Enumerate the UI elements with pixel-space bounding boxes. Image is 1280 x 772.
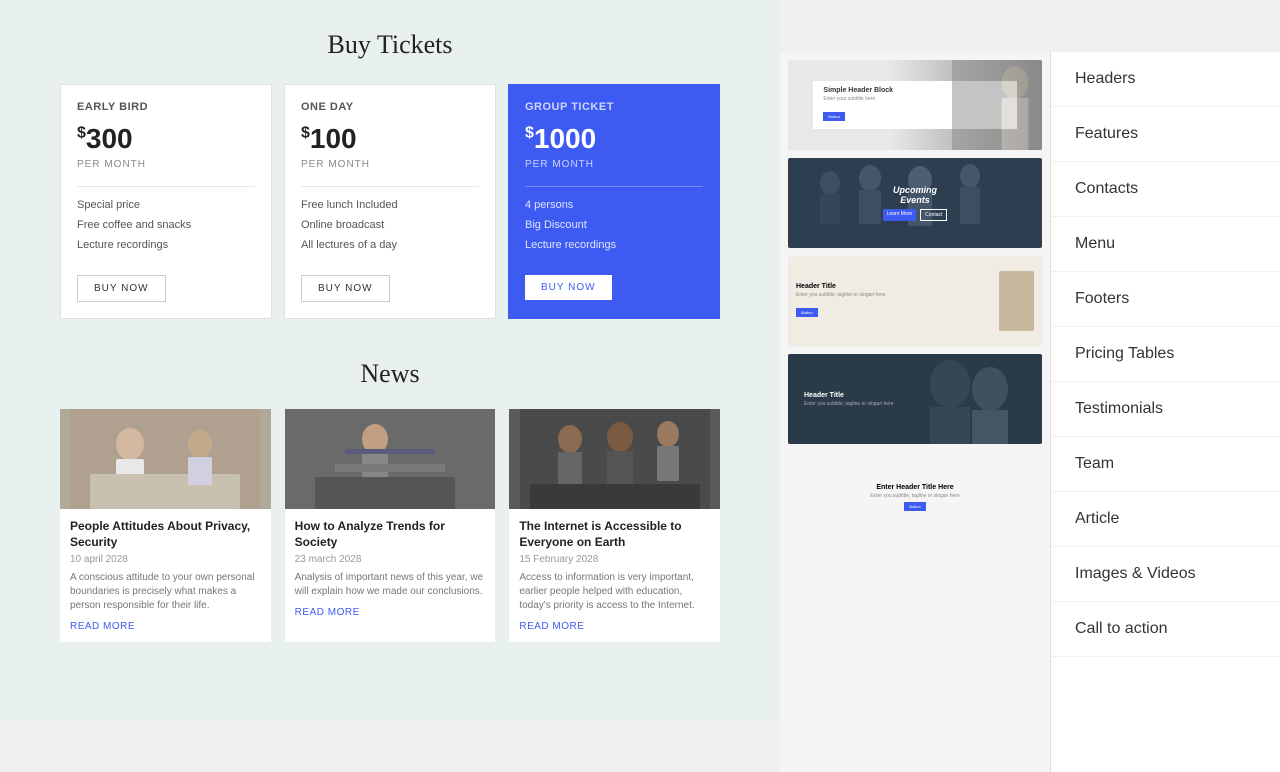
news-image-1 [60, 409, 271, 509]
thumb1-btn: Button [823, 112, 845, 121]
read-more-1[interactable]: READ MORE [70, 621, 261, 632]
card-price-early: $300 [77, 123, 255, 155]
thumb4-title: Header Title [804, 392, 894, 399]
thumbnail-4[interactable]: Header Title Enter you subtitle, tagline… [788, 354, 1042, 444]
card-feature: Free lunch Included [301, 199, 479, 211]
thumbnail-5[interactable]: Enter Header Title Here Enter you subtit… [788, 452, 1042, 542]
buy-now-button-group[interactable]: BUY NOW [525, 275, 612, 300]
card-feature: Big Discount [525, 219, 703, 231]
card-tier-oneday: ONE DAY [301, 101, 479, 113]
category-pricing-tables[interactable]: Pricing Tables [1051, 327, 1280, 382]
category-testimonials[interactable]: Testimonials [1051, 382, 1280, 437]
card-price-group: $1000 [525, 123, 703, 155]
news-headline-3: The Internet is Accessible to Everyone o… [519, 519, 710, 550]
buy-now-button-early[interactable]: BUY NOW [77, 275, 166, 302]
news-card-1: People Attitudes About Privacy, Security… [60, 409, 271, 642]
category-footers[interactable]: Footers [1051, 272, 1280, 327]
news-image-2 [285, 409, 496, 509]
card-feature: All lectures of a day [301, 239, 479, 251]
category-images-videos[interactable]: Images & Videos [1051, 547, 1280, 602]
pricing-card-group: GROUP TICKET $1000 PER MONTH 4 persons B… [508, 84, 720, 319]
card-tier-group: GROUP TICKET [525, 101, 703, 113]
card-feature: 4 persons [525, 199, 703, 211]
thumbnail-3[interactable]: Header Title Enter you subtitle, tagline… [788, 256, 1042, 346]
thumb5-btn: Button [904, 502, 926, 511]
news-image-3 [509, 409, 720, 509]
news-excerpt-1: A conscious attitude to your own persona… [70, 571, 261, 613]
news-card-2: How to Analyze Trends for Society 23 mar… [285, 409, 496, 642]
card-tier-early: EARLY BIRD [77, 101, 255, 113]
news-title: News [60, 359, 720, 389]
sidebar: ✓ Select and Drag Section to Page Simple… [780, 0, 1280, 720]
news-excerpt-3: Access to information is very important,… [519, 571, 710, 613]
thumb5-title: Enter Header Title Here [876, 484, 953, 491]
card-feature: Online broadcast [301, 219, 479, 231]
thumb3-text: Header Title Enter you subtitle, tagline… [796, 283, 991, 319]
thumbnails-panel: Simple Header Block Enter your subtitle … [780, 52, 1050, 772]
thumb3-title: Header Title [796, 283, 991, 290]
news-body-3: The Internet is Accessible to Everyone o… [509, 509, 720, 642]
pricing-card-oneday: ONE DAY $100 PER MONTH Free lunch Includ… [284, 84, 496, 319]
category-call-to-action[interactable]: Call to action [1051, 602, 1280, 657]
card-period-oneday: PER MONTH [301, 159, 479, 170]
thumbnail-2[interactable]: Upcoming Events Learn More Contact [788, 158, 1042, 248]
thumb3-sub: Enter you subtitle, tagline or slogan he… [796, 292, 991, 298]
card-feature: Lecture recordings [77, 239, 255, 251]
card-price-oneday: $100 [301, 123, 479, 155]
thumb3-btn: Button [796, 308, 818, 317]
categories-panel: Headers Features Contacts Menu Footers P… [1050, 52, 1280, 772]
news-excerpt-2: Analysis of important news of this year,… [295, 571, 486, 599]
card-feature: Special price [77, 199, 255, 211]
news-date-1: 10 april 2028 [70, 554, 261, 565]
category-headers[interactable]: Headers [1051, 52, 1280, 107]
category-article[interactable]: Article [1051, 492, 1280, 547]
card-feature: Lecture recordings [525, 239, 703, 251]
category-contacts[interactable]: Contacts [1051, 162, 1280, 217]
read-more-3[interactable]: READ MORE [519, 621, 710, 632]
buy-tickets-title: Buy Tickets [60, 30, 720, 60]
thumb5-sub: Enter you subtitle, tagline or slogan he… [870, 493, 960, 499]
news-date-3: 15 February 2028 [519, 554, 710, 565]
pricing-card-early: EARLY BIRD $300 PER MONTH Special price … [60, 84, 272, 319]
card-period-group: PER MONTH [525, 159, 703, 170]
news-body-1: People Attitudes About Privacy, Security… [60, 509, 271, 642]
category-team[interactable]: Team [1051, 437, 1280, 492]
news-body-2: How to Analyze Trends for Society 23 mar… [285, 509, 496, 628]
read-more-2[interactable]: READ MORE [295, 607, 486, 618]
news-headline-2: How to Analyze Trends for Society [295, 519, 486, 550]
buy-now-button-oneday[interactable]: BUY NOW [301, 275, 390, 302]
news-headline-1: People Attitudes About Privacy, Security [70, 519, 261, 550]
news-cards: People Attitudes About Privacy, Security… [60, 409, 720, 642]
thumbnail-1[interactable]: Simple Header Block Enter your subtitle … [788, 60, 1042, 150]
pricing-cards: EARLY BIRD $300 PER MONTH Special price … [60, 84, 720, 319]
category-menu[interactable]: Menu [1051, 217, 1280, 272]
thumb3-person [999, 271, 1034, 331]
card-feature: Free coffee and snacks [77, 219, 255, 231]
news-card-3: The Internet is Accessible to Everyone o… [509, 409, 720, 642]
news-date-2: 23 march 2028 [295, 554, 486, 565]
category-features[interactable]: Features [1051, 107, 1280, 162]
card-period-early: PER MONTH [77, 159, 255, 170]
sidebar-content: Simple Header Block Enter your subtitle … [780, 52, 1280, 720]
page-content: Buy Tickets EARLY BIRD $300 PER MONTH Sp… [0, 0, 780, 720]
